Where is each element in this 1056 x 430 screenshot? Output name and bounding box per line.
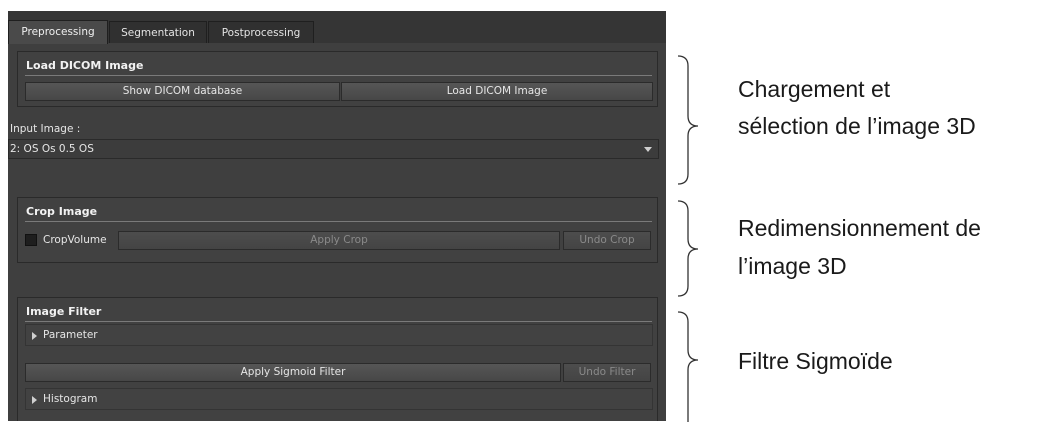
input-image-select[interactable]: 2: OS Os 0.5 OS [8,139,659,159]
annotation-2-line2: l’image 3D [738,253,847,279]
crop-image-group: Crop Image CropVolume Apply Crop Undo Cr… [17,197,658,263]
undo-crop-button[interactable]: Undo Crop [563,231,651,250]
show-dicom-database-button[interactable]: Show DICOM database [25,82,340,101]
apply-crop-button[interactable]: Apply Crop [118,231,560,250]
bracket-1 [677,55,699,185]
parameter-label: Parameter [43,329,98,341]
annotation-2-line1: Redimensionnement de [738,215,981,241]
annotation-brackets [677,55,699,422]
tab-segmentation[interactable]: Segmentation [109,21,207,43]
tab-preprocessing[interactable]: Preprocessing [8,20,108,44]
undo-filter-button[interactable]: Undo Filter [563,363,651,382]
image-filter-title: Image Filter [26,305,102,318]
divider [25,75,652,76]
histogram-section[interactable]: Histogram [25,388,653,410]
preprocessing-panel: Preprocessing Segmentation Postprocessin… [8,11,666,421]
divider [25,221,652,222]
cropvolume-checkbox[interactable] [25,234,37,246]
tab-bar: Preprocessing Segmentation Postprocessin… [8,11,666,44]
load-dicom-title: Load DICOM Image [26,59,144,72]
chevron-down-icon [644,147,652,152]
annotation-3-line1: Filtre Sigmoïde [738,348,893,374]
bracket-3 [677,311,699,422]
histogram-label: Histogram [43,393,98,405]
annotation-1-line1: Chargement et [738,76,891,102]
input-image-value: 2: OS Os 0.5 OS [10,143,94,155]
cropvolume-label: CropVolume [43,234,107,246]
apply-sigmoid-filter-button[interactable]: Apply Sigmoid Filter [25,363,561,382]
annotation-1-line2: sélection de l’image 3D [738,113,976,139]
tab-postprocessing[interactable]: Postprocessing [208,21,314,43]
load-dicom-image-button[interactable]: Load DICOM Image [341,82,653,101]
image-filter-group: Image Filter Parameter Apply Sigmoid Fil… [17,297,658,421]
expand-arrow-icon [32,396,37,404]
input-image-label: Input Image : [10,123,81,135]
divider [25,321,652,322]
expand-arrow-icon [32,332,37,340]
load-dicom-group: Load DICOM Image Show DICOM database Loa… [17,51,658,107]
parameter-section[interactable]: Parameter [25,324,653,346]
bracket-2 [677,200,699,297]
crop-image-title: Crop Image [26,205,98,218]
